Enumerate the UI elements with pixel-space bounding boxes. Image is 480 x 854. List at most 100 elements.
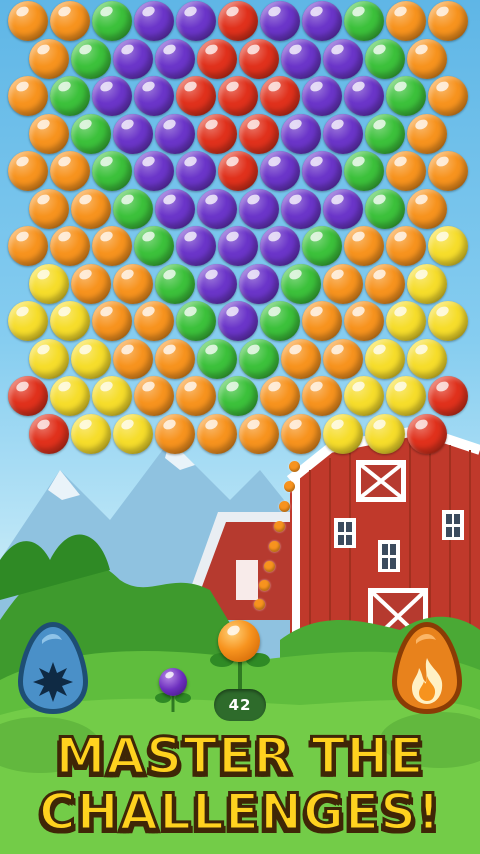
bomb-powerup-button[interactable]	[14, 618, 92, 718]
game-scene[interactable]: 42 MASTER THE CHALLENGES!	[0, 0, 480, 854]
orange-bubble	[281, 413, 321, 454]
green-bubble	[92, 151, 132, 191]
bubble-grid[interactable]	[0, 0, 480, 460]
orange-bubble	[29, 188, 69, 229]
purple-bubble	[176, 1, 216, 41]
orange-bubble	[407, 188, 447, 229]
orange-bubble	[407, 113, 447, 154]
aim-dot	[274, 521, 285, 532]
orange-bubble	[113, 263, 153, 304]
green-bubble	[176, 301, 216, 341]
green-bubble	[218, 376, 258, 416]
orange-bubble	[155, 338, 195, 379]
aim-dot	[259, 580, 270, 591]
purple-bubble	[113, 38, 153, 79]
yellow-bubble	[29, 338, 69, 379]
purple-bubble	[218, 226, 258, 266]
orange-bubble	[386, 1, 426, 41]
green-bubble	[50, 76, 90, 116]
purple-bubble	[323, 188, 363, 229]
yellow-bubble	[50, 376, 90, 416]
aim-dot	[254, 599, 265, 610]
yellow-bubble	[407, 263, 447, 304]
next-bubble[interactable]	[159, 668, 187, 696]
red-bubble	[218, 151, 258, 191]
orange-bubble	[29, 113, 69, 154]
orange-bubble	[302, 376, 342, 416]
orange-bubble	[344, 301, 384, 341]
green-bubble	[71, 38, 111, 79]
purple-bubble	[155, 113, 195, 154]
green-bubble	[365, 38, 405, 79]
starburst-icon	[33, 662, 73, 702]
yellow-bubble	[344, 376, 384, 416]
purple-bubble	[239, 263, 279, 304]
orange-bubble	[407, 38, 447, 79]
orange-bubble	[428, 76, 468, 116]
headline-line-2: CHALLENGES!	[38, 783, 442, 842]
orange-bubble	[71, 188, 111, 229]
orange-bubble	[29, 38, 69, 79]
orange-bubble	[176, 376, 216, 416]
orange-bubble	[8, 226, 48, 266]
green-bubble	[260, 301, 300, 341]
purple-bubble	[134, 76, 174, 116]
orange-bubble	[386, 151, 426, 191]
green-bubble	[386, 76, 426, 116]
yellow-bubble	[428, 301, 468, 341]
purple-bubble	[176, 151, 216, 191]
orange-bubble	[92, 226, 132, 266]
orange-bubble	[8, 151, 48, 191]
orange-bubble	[71, 263, 111, 304]
purple-bubble	[323, 38, 363, 79]
purple-bubble	[302, 151, 342, 191]
orange-bubble	[50, 151, 90, 191]
purple-bubble	[239, 188, 279, 229]
purple-bubble	[155, 38, 195, 79]
shots-remaining-badge: 42	[214, 689, 266, 721]
purple-bubble	[92, 76, 132, 116]
yellow-bubble	[92, 376, 132, 416]
orange-bubble	[365, 263, 405, 304]
yellow-bubble	[386, 301, 426, 341]
green-bubble	[134, 226, 174, 266]
orange-bubble	[113, 338, 153, 379]
aim-dot	[269, 541, 280, 552]
red-bubble	[197, 113, 237, 154]
purple-bubble	[344, 76, 384, 116]
purple-bubble	[281, 113, 321, 154]
purple-bubble	[197, 263, 237, 304]
purple-bubble	[155, 188, 195, 229]
orange-bubble	[50, 226, 90, 266]
green-bubble	[197, 338, 237, 379]
green-bubble	[302, 226, 342, 266]
green-bubble	[71, 113, 111, 154]
green-bubble	[113, 188, 153, 229]
current-bubble[interactable]	[218, 620, 260, 662]
yellow-bubble	[365, 338, 405, 379]
green-bubble	[365, 113, 405, 154]
green-bubble	[365, 188, 405, 229]
purple-bubble	[260, 151, 300, 191]
aim-dot	[284, 481, 295, 492]
green-bubble	[155, 263, 195, 304]
yellow-bubble	[428, 226, 468, 266]
fire-powerup-button[interactable]	[388, 618, 466, 718]
purple-bubble	[176, 226, 216, 266]
orange-bubble	[197, 413, 237, 454]
yellow-bubble	[365, 413, 405, 454]
orange-bubble	[428, 151, 468, 191]
purple-bubble	[113, 113, 153, 154]
yellow-bubble	[8, 301, 48, 341]
red-bubble	[239, 38, 279, 79]
promo-headline: MASTER THE CHALLENGES!	[0, 727, 480, 842]
red-bubble	[260, 76, 300, 116]
orange-bubble	[8, 1, 48, 41]
yellow-bubble	[29, 263, 69, 304]
red-bubble	[407, 413, 447, 454]
red-bubble	[176, 76, 216, 116]
orange-bubble	[92, 301, 132, 341]
green-bubble	[239, 338, 279, 379]
purple-bubble	[134, 151, 174, 191]
green-bubble	[344, 151, 384, 191]
